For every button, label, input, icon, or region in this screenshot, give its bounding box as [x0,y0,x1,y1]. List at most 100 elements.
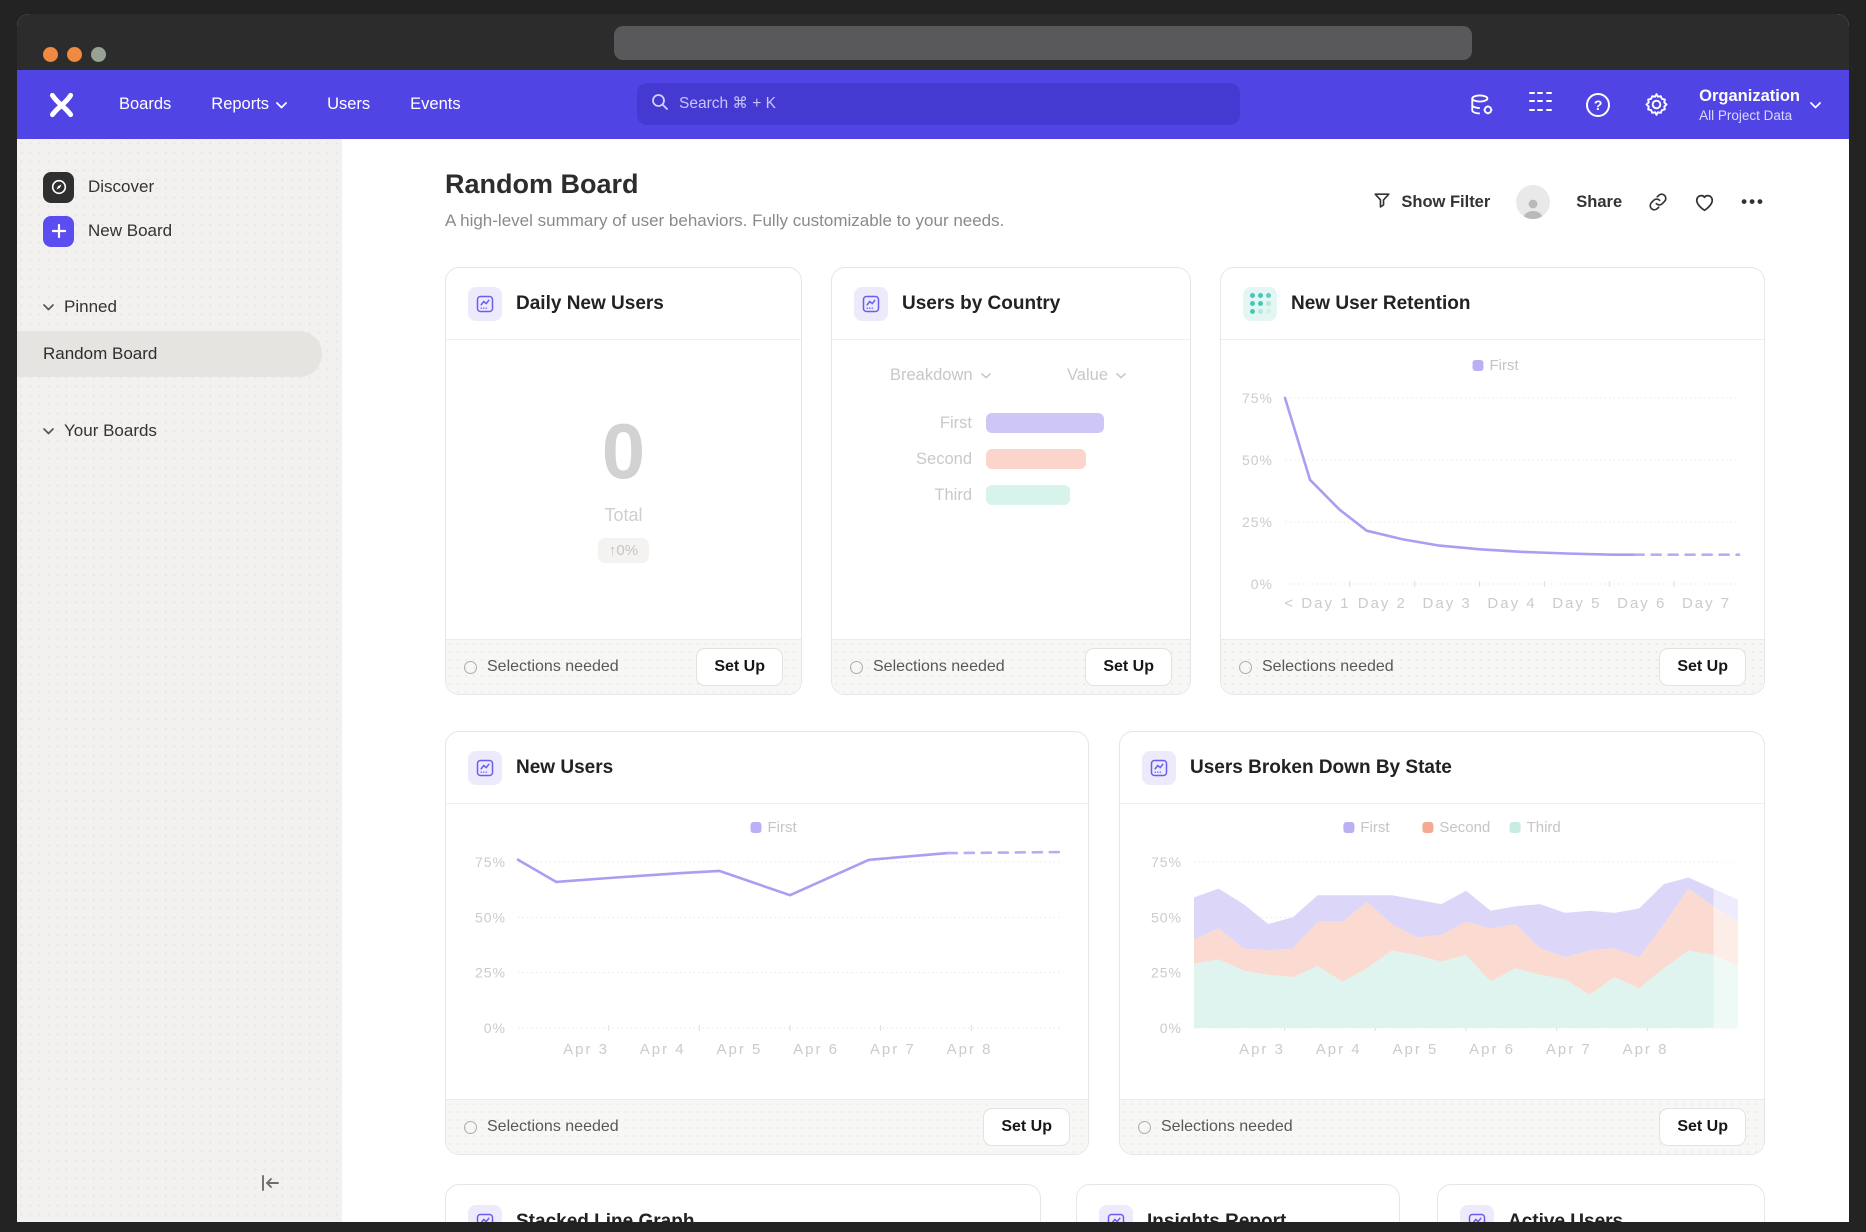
board-main: Random Board A high-level summary of use… [342,139,1849,1222]
discover-compass-icon [43,172,74,203]
page-title: Random Board [445,169,639,200]
card-header: Users by Country [832,268,1190,340]
svg-text:50%: 50% [475,909,506,925]
card-new-user-retention: New User Retention 75%50%25%0%< Day 1Day… [1220,267,1765,695]
data-management-icon[interactable] [1467,90,1497,120]
set-up-button[interactable]: Set Up [983,1108,1070,1146]
svg-text:Day 4: Day 4 [1487,595,1536,612]
svg-text:Apr 8: Apr 8 [1623,1041,1669,1058]
chevron-down-icon [43,422,54,440]
collapse-sidebar-icon[interactable] [258,1173,282,1198]
settings-gear-icon[interactable] [1641,90,1671,120]
favorite-heart-icon[interactable] [1694,193,1715,212]
value-header[interactable]: Value [1067,366,1126,385]
search-input[interactable] [679,95,1226,113]
breakdown-header[interactable]: Breakdown [890,366,991,385]
sidebar: Discover New Board Pinned Random Board [17,139,342,1222]
svg-text:75%: 75% [1242,390,1273,406]
state-stacked-chart: 75%50%25%0%Apr 3Apr 4Apr 5Apr 6Apr 7Apr … [1120,804,1764,1105]
sidebar-item-random-board[interactable]: Random Board [17,331,322,377]
help-icon[interactable]: ? [1583,90,1613,120]
svg-text:0%: 0% [484,1020,506,1036]
bar-label: Second [832,450,972,469]
big-number-value: 0 [446,406,801,497]
svg-text:Apr 3: Apr 3 [563,1041,609,1058]
traffic-light-zoom[interactable] [91,47,106,62]
card-header: Active Users [1438,1185,1764,1222]
card-footer: Selections needed Set Up [446,1099,1088,1154]
set-up-button[interactable]: Set Up [1659,648,1746,686]
selections-needed-status: Selections needed [1239,658,1659,676]
new-board-label: New Board [88,221,172,241]
set-up-button[interactable]: Set Up [696,648,783,686]
copy-link-icon[interactable] [1648,192,1668,212]
apps-grid-icon[interactable] [1525,90,1555,120]
funnel-icon [1373,191,1391,214]
sidebar-section-pinned[interactable]: Pinned [43,297,342,317]
mixpanel-logo-icon[interactable] [43,87,79,123]
nav-item-reports[interactable]: Reports [211,95,287,114]
org-name: Organization [1699,87,1800,106]
page-subtitle: A high-level summary of user behaviors. … [445,211,1004,231]
set-up-button[interactable]: Set Up [1659,1108,1746,1146]
svg-text:75%: 75% [475,854,506,870]
traffic-light-minimize[interactable] [67,47,82,62]
svg-text:Apr 5: Apr 5 [1392,1041,1438,1058]
address-input[interactable] [614,26,1472,60]
card-header: Daily New Users [446,268,801,340]
card-users-by-country: Users by Country Breakdown Value First S… [831,267,1191,695]
card-title: Insights Report [1147,1211,1286,1222]
svg-text:Day 7: Day 7 [1682,595,1731,612]
country-bar-rows: First Second Third [832,413,1190,505]
card-footer: Selections needed Set Up [1120,1099,1764,1154]
nav-item-users[interactable]: Users [327,95,370,114]
card-title: Users by Country [902,293,1060,315]
avatar[interactable] [1516,185,1550,219]
bar-third [986,485,1070,505]
card-title: Stacked Line Graph [516,1211,694,1222]
card-title: Users Broken Down By State [1190,757,1452,779]
card-footer: Selections needed Set Up [1221,639,1764,694]
svg-text:Day 3: Day 3 [1423,595,1472,612]
insight-chart-icon [1099,1205,1133,1222]
set-up-button[interactable]: Set Up [1085,648,1172,686]
global-search[interactable] [637,83,1240,125]
card-daily-new-users: Daily New Users 0 Total ↑0% Selections n… [445,267,802,695]
retention-grid-icon [1243,287,1277,321]
sidebar-item-new-board[interactable]: New Board [43,209,342,253]
org-switcher[interactable]: Organization All Project Data [1699,87,1821,123]
org-project: All Project Data [1699,108,1800,123]
bar-row: Second [832,449,1190,469]
svg-text:Day 2: Day 2 [1358,595,1407,612]
chevron-down-icon [276,95,287,114]
nav-item-events[interactable]: Events [410,95,460,114]
card-title: New Users [516,757,613,779]
svg-text:Third: Third [1527,819,1561,836]
bar-label: Third [832,486,972,505]
nav-item-boards[interactable]: Boards [119,95,171,114]
svg-text:50%: 50% [1242,452,1273,468]
browser-address-bar[interactable] [614,26,1472,60]
card-header: New Users [446,732,1088,804]
board-actions: Show Filter Share ••• [1373,185,1765,219]
status-circle-icon [1138,1121,1151,1134]
card-stacked-line-graph: Stacked Line Graph [445,1184,1041,1222]
top-navbar: Boards Reports Users Events [17,70,1849,139]
insight-chart-icon [468,1205,502,1222]
share-button[interactable]: Share [1576,193,1622,212]
svg-text:First: First [1360,819,1390,836]
card-header: Insights Report [1077,1185,1399,1222]
svg-text:25%: 25% [475,965,506,981]
insight-chart-icon [1460,1205,1494,1222]
show-filter-button[interactable]: Show Filter [1373,191,1490,214]
svg-text:50%: 50% [1151,909,1182,925]
chevron-down-icon [43,298,54,316]
chevron-down-icon [1810,96,1821,114]
status-circle-icon [1239,661,1252,674]
traffic-lights [43,47,106,62]
sidebar-item-discover[interactable]: Discover [43,165,342,209]
card-insights-report: Insights Report [1076,1184,1400,1222]
traffic-light-close[interactable] [43,47,58,62]
sidebar-section-your-boards[interactable]: Your Boards [43,421,342,441]
more-options-icon[interactable]: ••• [1741,192,1765,212]
